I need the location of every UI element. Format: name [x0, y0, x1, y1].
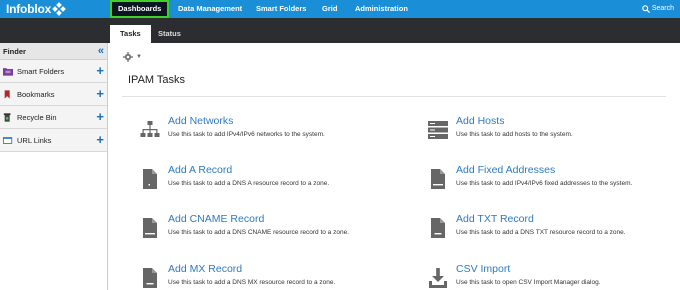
sidebar-item-label: URL Links	[17, 135, 52, 145]
server-icon	[428, 121, 448, 139]
cname-document-icon	[143, 218, 157, 238]
task-add-a-record: Add A Record Use this task to add a DNS …	[140, 164, 420, 194]
tab-bar: Tasks Status	[0, 18, 680, 43]
folder-icon	[3, 67, 13, 76]
download-import-icon	[429, 268, 447, 288]
task-description: Use this task to add a DNS CNAME resourc…	[168, 229, 349, 236]
tab-status[interactable]: Status	[148, 25, 191, 43]
chevron-down-icon: ▼	[136, 54, 142, 60]
link-icon	[3, 136, 13, 144]
fixed-address-document-icon	[431, 169, 445, 189]
task-add-mx-record: Add MX Record Use this task to add a DNS…	[140, 263, 420, 290]
add-smart-folder-icon[interactable]: +	[96, 64, 104, 77]
recycle-bin-icon	[3, 112, 11, 122]
infoblox-logo[interactable]: Infoblox	[6, 1, 66, 17]
divider	[122, 96, 666, 97]
add-bookmark-icon[interactable]: +	[96, 87, 104, 100]
gear-icon	[123, 52, 133, 62]
sidebar-item-smart-folders[interactable]: Smart Folders +	[0, 60, 107, 83]
settings-dropdown[interactable]: ▼	[123, 52, 142, 62]
task-add-networks: Add Networks Use this task to add IPv4/I…	[140, 115, 420, 145]
task-description: Use this task to add IPv4/IPv6 fixed add…	[456, 180, 633, 187]
search-button[interactable]: Search	[642, 0, 674, 18]
nav-grid[interactable]: Grid	[316, 0, 343, 18]
sidebar-item-label: Bookmarks	[17, 89, 55, 99]
tab-tasks[interactable]: Tasks	[110, 25, 151, 43]
search-label: Search	[651, 5, 674, 12]
recycle-bin-add-icon[interactable]: +	[96, 110, 104, 123]
task-add-fixed-addresses: Add Fixed Addresses Use this task to add…	[428, 164, 680, 194]
task-name[interactable]: Add A Record	[168, 164, 232, 176]
task-name[interactable]: Add Networks	[168, 115, 233, 127]
finder-title: Finder	[3, 46, 26, 56]
task-add-cname-record: Add CNAME Record Use this task to add a …	[140, 213, 420, 243]
finder-sidebar: Finder « Smart Folders + Bookmarks + Rec…	[0, 43, 108, 290]
task-add-hosts: Add Hosts Use this task to add hosts to …	[428, 115, 680, 145]
task-description: Use this task to add hosts to the system…	[456, 131, 573, 138]
task-name[interactable]: Add MX Record	[168, 263, 242, 275]
task-description: Use this task to add a DNS TXT resource …	[456, 229, 626, 236]
task-add-txt-record: Add TXT Record Use this task to add a DN…	[428, 213, 680, 243]
nav-dashboards[interactable]: Dashboards	[110, 0, 170, 18]
task-description: Use this task to add a DNS MX resource r…	[168, 279, 336, 286]
sidebar-item-recycle-bin[interactable]: Recycle Bin +	[0, 106, 107, 129]
search-icon	[642, 5, 650, 13]
top-nav-bar: Infoblox Dashboards Data Management Smar…	[0, 0, 680, 18]
logo-mark-icon	[52, 1, 66, 16]
finder-header: Finder «	[0, 43, 107, 60]
network-icon	[140, 121, 160, 137]
task-description: Use this task to add IPv4/IPv6 networks …	[168, 131, 325, 138]
sidebar-item-url-links[interactable]: URL Links +	[0, 129, 107, 152]
task-csv-import: CSV Import Use this task to open CSV Imp…	[428, 263, 680, 290]
task-name[interactable]: Add CNAME Record	[168, 213, 264, 225]
a-record-document-icon	[143, 169, 157, 189]
nav-administration[interactable]: Administration	[349, 0, 414, 18]
mx-document-icon	[143, 268, 157, 288]
sidebar-item-label: Recycle Bin	[17, 112, 57, 122]
add-url-link-icon[interactable]: +	[96, 133, 104, 146]
task-name[interactable]: CSV Import	[456, 263, 510, 275]
nav-smart-folders[interactable]: Smart Folders	[250, 0, 312, 18]
task-name[interactable]: Add Fixed Addresses	[456, 164, 555, 176]
sidebar-item-label: Smart Folders	[17, 66, 65, 76]
main-content: ▼ IPAM Tasks Add Networks Use this task …	[108, 43, 680, 290]
page-title: IPAM Tasks	[128, 74, 186, 86]
task-description: Use this task to add a DNS A resource re…	[168, 180, 330, 187]
task-name[interactable]: Add TXT Record	[456, 213, 534, 225]
nav-data-management[interactable]: Data Management	[172, 0, 248, 18]
collapse-sidebar-icon[interactable]: «	[98, 46, 104, 57]
sidebar-item-bookmarks[interactable]: Bookmarks +	[0, 83, 107, 106]
task-description: Use this task to open CSV Import Manager…	[456, 279, 601, 286]
bookmark-icon	[4, 89, 10, 99]
txt-document-icon	[431, 218, 445, 238]
logo-text: Infoblox	[6, 2, 52, 16]
task-name[interactable]: Add Hosts	[456, 115, 504, 127]
